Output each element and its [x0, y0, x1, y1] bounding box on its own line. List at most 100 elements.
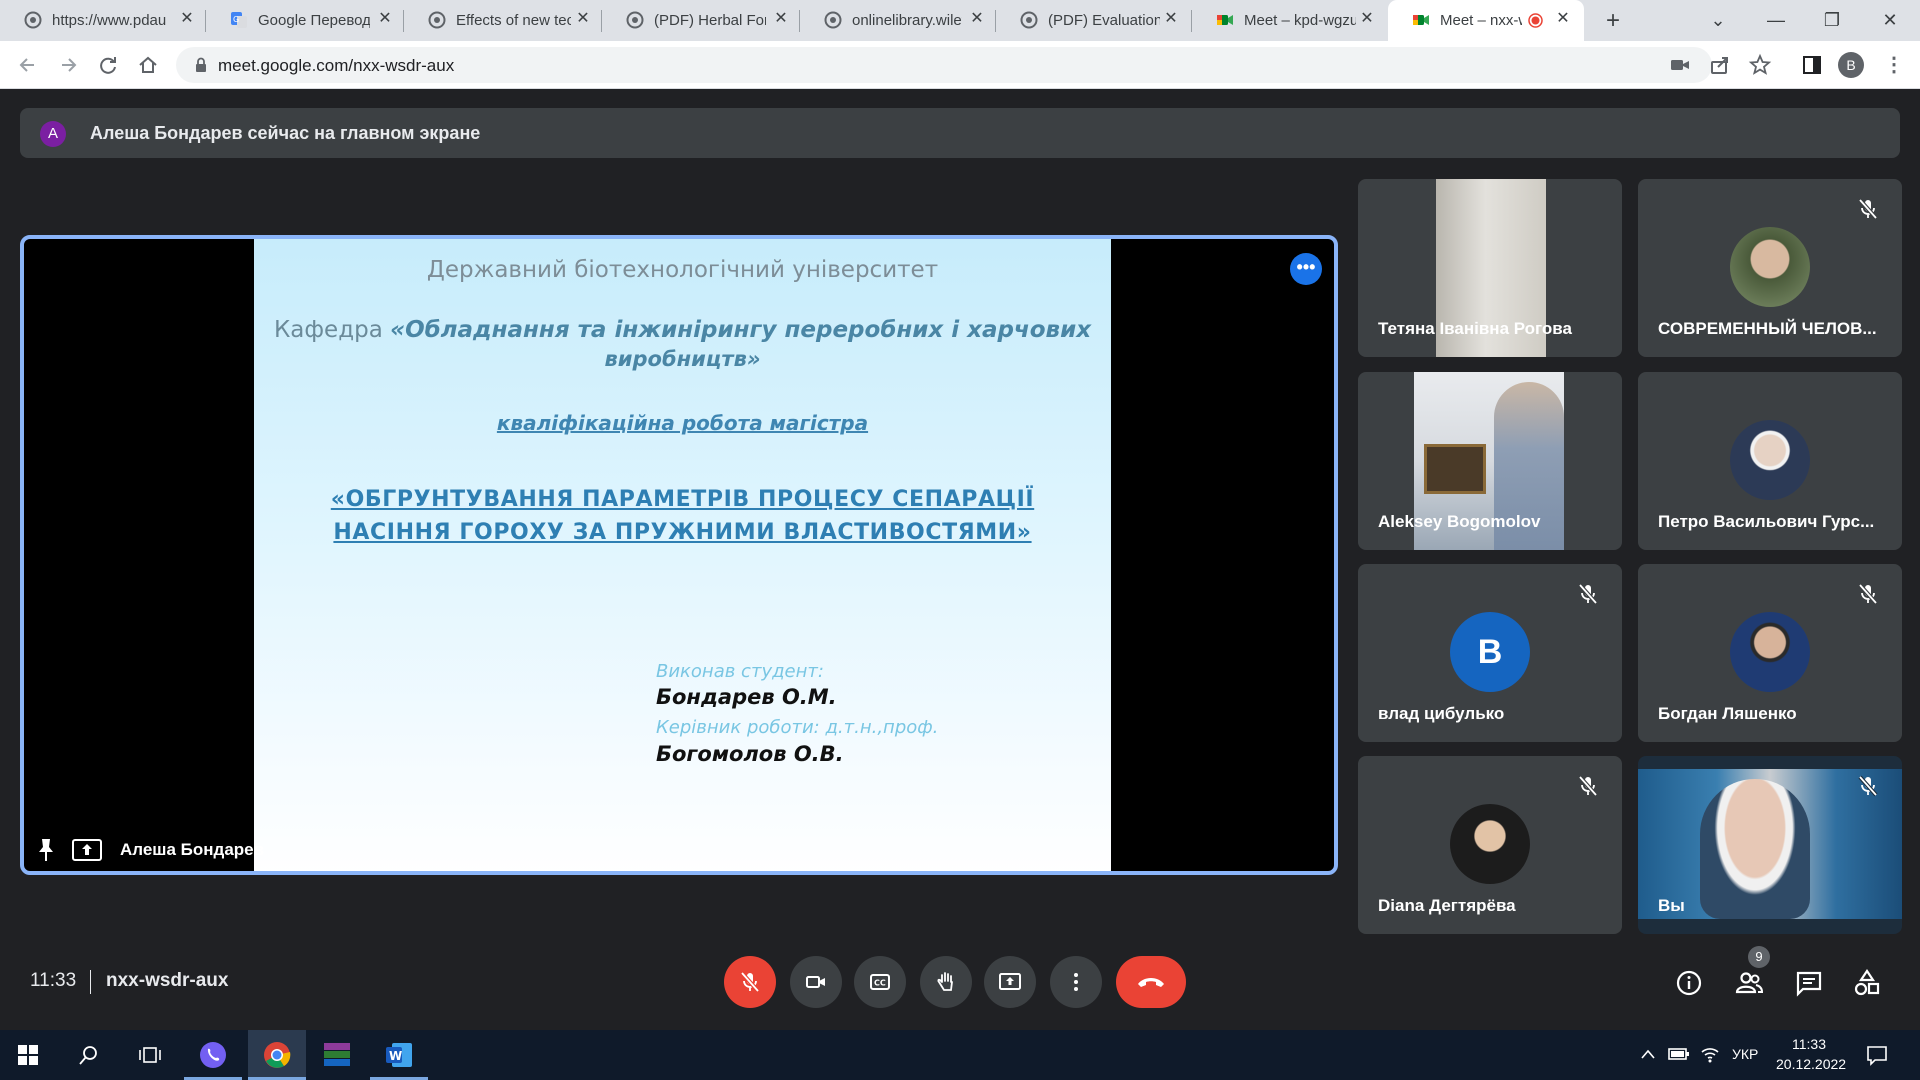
meeting-code: nxx-wsdr-aux: [106, 970, 229, 991]
tab-title: Google Перевод: [258, 12, 370, 29]
close-tab-icon[interactable]: ✕: [1162, 10, 1180, 28]
browser-tab-bar: https://www.pdau ✕ G Google Перевод ✕ Ef…: [0, 0, 1920, 41]
meeting-details-icon[interactable]: [1674, 968, 1704, 998]
captions-button[interactable]: CC: [854, 956, 906, 1008]
taskbar-date[interactable]: 20.12.2022: [1776, 1056, 1846, 1072]
browser-tab-active[interactable]: Meet – nxx-w ✕: [1388, 0, 1584, 41]
translate-icon: G: [231, 12, 247, 28]
banner-text: Алеша Бондарев сейчас на главном экране: [90, 123, 481, 143]
globe-icon: [1020, 11, 1038, 29]
windows-start-icon[interactable]: [18, 1045, 38, 1065]
avatar: [1730, 227, 1810, 307]
browser-tab[interactable]: (PDF) Herbal Forti ✕: [602, 0, 800, 41]
meeting-clock: 11:33: [30, 970, 77, 991]
activities-icon[interactable]: [1852, 968, 1882, 998]
globe-icon: [824, 11, 842, 29]
tab-title: Effects of new tec: [456, 12, 571, 29]
participant-name: Петро Васильович Гурс...: [1658, 512, 1875, 531]
taskbar-viber[interactable]: [184, 1030, 242, 1080]
close-tab-icon[interactable]: ✕: [376, 10, 394, 28]
participant-tile[interactable]: Тетяна Іванівна Рогова: [1358, 179, 1622, 357]
slide-topic-line1: «ОБГРУНТУВАННЯ ПАРАМЕТРІВ ПРОЦЕСУ СЕПАРА…: [330, 487, 1035, 512]
browser-menu-icon[interactable]: ⋮: [1880, 51, 1908, 79]
divider: [90, 970, 91, 994]
chevron-up-icon[interactable]: [1640, 1048, 1656, 1060]
browser-tab[interactable]: (PDF) Evaluation o ✕: [996, 0, 1192, 41]
avatar: A: [40, 121, 66, 147]
share-icon[interactable]: [1708, 53, 1732, 77]
present-now-button[interactable]: [984, 956, 1036, 1008]
participant-tile[interactable]: Богдан Ляшенко: [1638, 564, 1902, 742]
close-tab-icon[interactable]: ✕: [574, 10, 592, 28]
lock-icon[interactable]: [192, 56, 210, 74]
close-window-button[interactable]: ✕: [1876, 6, 1904, 34]
people-icon[interactable]: [1734, 968, 1764, 998]
side-panel-icon[interactable]: [1798, 51, 1826, 79]
browser-tab[interactable]: https://www.pdau ✕: [0, 0, 206, 41]
slide-department-line2: виробництв»: [604, 347, 761, 371]
mic-off-icon: [1858, 198, 1878, 220]
new-tab-button[interactable]: +: [1600, 8, 1626, 34]
participant-tile[interactable]: В влад цибулько: [1358, 564, 1622, 742]
meet-icon: [1413, 15, 1429, 25]
notifications-icon[interactable]: [1866, 1044, 1888, 1066]
svg-text:CC: CC: [874, 979, 886, 988]
browser-tab[interactable]: onlinelibrary.wiley ✕: [800, 0, 996, 41]
painting-frame: [1424, 444, 1486, 494]
battery-icon[interactable]: [1668, 1046, 1690, 1062]
close-tab-icon[interactable]: ✕: [968, 10, 986, 28]
taskbar-chrome[interactable]: [248, 1030, 306, 1080]
main-presentation-tile[interactable]: Державний біотехнологічний університет К…: [20, 235, 1338, 875]
slide-department-name: «Обладнання та інжинірингу переробних і …: [390, 317, 1092, 343]
recording-icon: [1528, 13, 1543, 28]
participant-tile-self[interactable]: Вы: [1638, 756, 1902, 934]
home-icon[interactable]: [134, 51, 162, 79]
close-tab-icon[interactable]: ✕: [1358, 10, 1376, 28]
minimize-button[interactable]: —: [1762, 6, 1790, 34]
input-language[interactable]: УКР: [1732, 1046, 1758, 1062]
more-options-button[interactable]: [1050, 956, 1102, 1008]
svg-text:W: W: [389, 1049, 402, 1063]
raise-hand-button[interactable]: [920, 956, 972, 1008]
tab-title: onlinelibrary.wiley: [852, 12, 962, 29]
profile-avatar[interactable]: B: [1838, 52, 1864, 78]
globe-icon: [428, 11, 446, 29]
browser-tab[interactable]: Effects of new tec ✕: [404, 0, 602, 41]
address-bar[interactable]: meet.google.com/nxx-wsdr-aux: [176, 47, 1772, 83]
back-arrow-icon[interactable]: [14, 51, 42, 79]
more-vert-icon: [1074, 973, 1078, 991]
taskbar-word[interactable]: W: [370, 1030, 428, 1080]
task-view-icon[interactable]: [138, 1044, 162, 1066]
forward-arrow-icon[interactable]: [54, 51, 82, 79]
slide-student-label: Виконав студент:: [656, 661, 824, 682]
close-tab-icon[interactable]: ✕: [1554, 10, 1572, 28]
wifi-icon[interactable]: [1700, 1044, 1720, 1064]
chat-icon[interactable]: [1794, 968, 1824, 998]
tab-search-icon[interactable]: ⌄: [1704, 6, 1732, 34]
participant-name: Тетяна Іванівна Рогова: [1378, 319, 1572, 338]
microphone-toggle-button[interactable]: [724, 956, 776, 1008]
browser-tab[interactable]: G Google Перевод ✕: [206, 0, 404, 41]
leave-call-button[interactable]: [1116, 956, 1186, 1008]
camera-icon[interactable]: [1668, 53, 1692, 77]
participant-tile[interactable]: Петро Васильович Гурс...: [1638, 372, 1902, 550]
url-text: meet.google.com/nxx-wsdr-aux: [218, 56, 455, 75]
mic-off-icon: [1578, 775, 1598, 797]
search-icon[interactable]: [78, 1044, 100, 1066]
camera-toggle-button[interactable]: [790, 956, 842, 1008]
tile-more-options-button[interactable]: •••: [1290, 253, 1322, 285]
participant-tile[interactable]: СОВРЕМЕННЫЙ ЧЕЛОВ...: [1638, 179, 1902, 357]
pin-icon[interactable]: [34, 837, 58, 863]
bookmark-star-icon[interactable]: [1748, 53, 1772, 77]
participant-tile[interactable]: Diana Дегтярёва: [1358, 756, 1622, 934]
close-tab-icon[interactable]: ✕: [178, 10, 196, 28]
maximize-button[interactable]: ❐: [1818, 6, 1846, 34]
taskbar-winrar[interactable]: [308, 1030, 366, 1080]
tab-title: https://www.pdau: [52, 12, 167, 29]
slide-supervisor-label: Керівник роботи: д.т.н.,проф.: [656, 717, 939, 738]
reload-icon[interactable]: [94, 51, 122, 79]
taskbar-time[interactable]: 11:33: [1792, 1036, 1826, 1052]
close-tab-icon[interactable]: ✕: [772, 10, 790, 28]
browser-tab[interactable]: Meet – kpd-wgzu ✕: [1192, 0, 1388, 41]
participant-tile[interactable]: Aleksey Bogomolov: [1358, 372, 1622, 550]
